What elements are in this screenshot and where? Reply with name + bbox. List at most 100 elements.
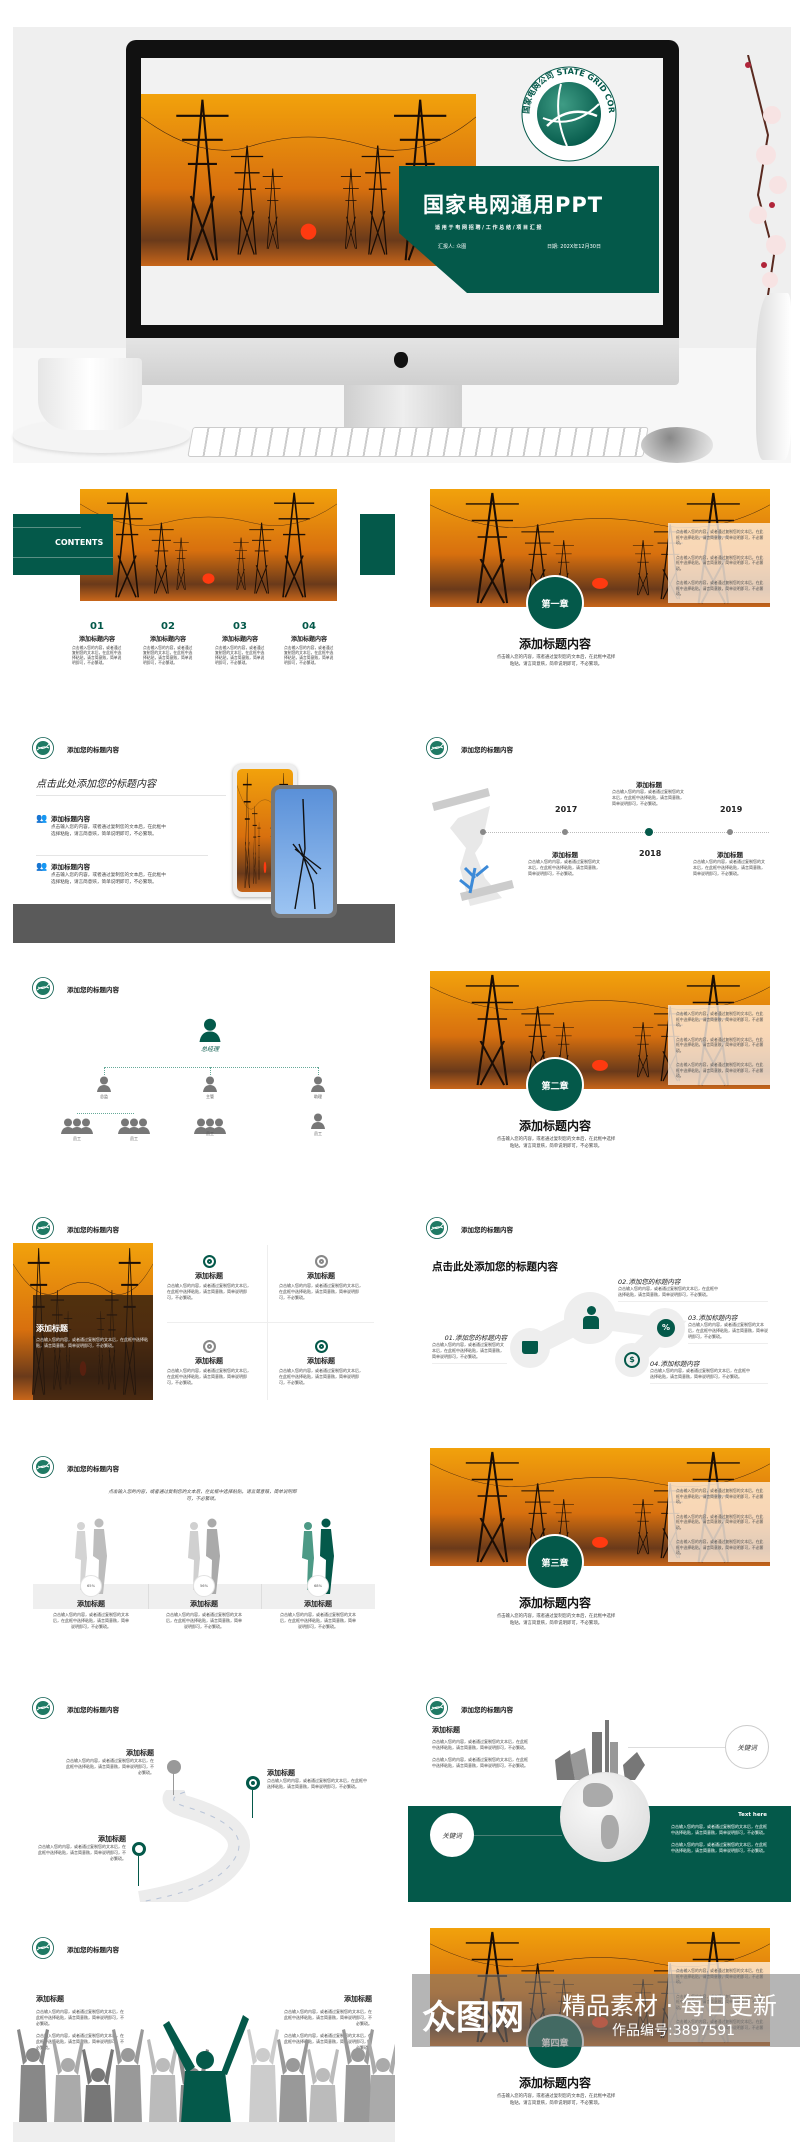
connector-line xyxy=(628,1747,725,1748)
timeline-item-2018: 添加标题 点击输入您的内容，或者通过复制您的文本后，在此框中选择粘贴，请言简意赅… xyxy=(612,779,686,807)
runner-item: 添加标题 点击输入您的内容，或者通过复制您的文本后，在此框中选择粘贴，请言简意赅… xyxy=(166,1599,242,1630)
overlay-title: 添加标题 xyxy=(36,1324,68,1333)
chapter-badge: 第二章 xyxy=(526,1057,584,1113)
crowd-person xyxy=(17,2029,49,2123)
item-text: 点击输入您的内容，或者通过复制您的文本后，在此框中选择粘贴，请言简意赅，简单说明… xyxy=(612,789,684,806)
slide-header: 添加您的标题内容 xyxy=(32,1216,192,1240)
divider xyxy=(36,795,226,796)
timeline-item-2019: 添加标题 点击输入您的内容，或者通过复制您的文本后，在此框中选择粘贴，请言简意赅… xyxy=(693,849,767,877)
watermark-brand: 众图网 xyxy=(422,1998,524,2038)
worker-icon xyxy=(582,1306,600,1330)
pin-fuel-icon xyxy=(246,1776,260,1790)
road-item-3: 添加标题 点击输入您的内容，或者通过复制您的文本后，在此框中选择粘贴，请言简意赅… xyxy=(38,1834,126,1862)
percent-badge-icon: % xyxy=(657,1319,675,1337)
keyboard xyxy=(187,427,649,457)
item-title: 01.添加您的标题内容 xyxy=(444,1334,507,1342)
chapter-bullet-box: 点击输入您的内容，或者通过复制您的文本后，在此框中选择粘贴，请言简意赅，简单说明… xyxy=(668,523,770,603)
chapter-text: 点击输入您的内容，或者通过复制您的文本后，在此框中选择粘贴，请言简意赅，简单说明… xyxy=(496,655,616,667)
pylon-image xyxy=(292,798,322,910)
apple-logo-icon xyxy=(394,352,408,368)
state-grid-logo-icon xyxy=(426,737,448,759)
org-staff-label: 员工 xyxy=(206,1131,214,1136)
item-title: 添加标题 xyxy=(304,1600,332,1608)
item-text: 点击输入您的内容，或者通过复制您的文本后，在此框中选择粘贴，请言简意赅，简单说明… xyxy=(66,1758,154,1775)
globe xyxy=(560,1772,650,1862)
item-title: 添加标题 xyxy=(552,851,578,859)
item-title: 添加标题 xyxy=(36,1995,64,2003)
contents-item[interactable]: 03 添加标题内容 点击输入您的内容，或者通过复制您的文本后，在此框中选择粘贴，… xyxy=(215,621,265,665)
org-mid-label: 总监 xyxy=(100,1094,108,1099)
target-icon xyxy=(314,1255,328,1268)
chapter-slide-1: 点击输入您的内容，或者通过复制您的文本后，在此框中选择粘贴，请言简意赅，简单说明… xyxy=(430,489,770,679)
year-2017: 2017 xyxy=(555,805,578,814)
slide-header-title: 添加您的标题内容 xyxy=(67,1946,119,1954)
cheering-crowd-illustration xyxy=(17,2015,395,2123)
slide-header: 添加您的标题内容 xyxy=(426,1696,586,1720)
city-skyline xyxy=(555,1720,645,1780)
runner-item: 添加标题 点击输入您的内容，或者通过复制您的文本后，在此框中选择粘贴，请言简意赅… xyxy=(53,1599,129,1630)
percent-value: 56% xyxy=(200,1584,208,1588)
divider xyxy=(36,855,208,856)
target-icon xyxy=(314,1340,328,1353)
percent-circle: 56% xyxy=(193,1575,215,1597)
item-text: 点击输入您的内容，或者通过复制您的文本后，在此框中选择粘贴，请言简意赅，简单说明… xyxy=(53,1612,129,1629)
item-text: 点击输入您的内容，或者通过复制您的文本后，在此框中选择粘贴，请言简意赅，简单说明… xyxy=(166,1612,242,1629)
slide-header-title: 添加您的标题内容 xyxy=(461,1226,513,1234)
watermark-slogan: 精品素材 · 每日更新 xyxy=(562,1992,777,2020)
state-grid-logo-icon xyxy=(32,1217,54,1239)
item-text: 点击输入您的内容，或者通过复制您的文本后，在此框中选择粘贴，请言简意赅，简单说明… xyxy=(671,1842,767,1853)
state-grid-logo-icon xyxy=(32,977,54,999)
overlay-text: 点击输入您的内容，或者通过复制您的文本后，在此框中选择粘贴，请言简意赅，简单说明… xyxy=(36,1337,148,1348)
slide-header: 添加您的标题内容 xyxy=(32,736,192,760)
phone-slide-title: 点击此处添加您的标题内容 xyxy=(36,779,156,790)
divider xyxy=(148,1584,149,1609)
bullet-text: 点击输入您的内容，或者通过复制您的文本后，在此框中选择粘贴，请言简意赅，简单说明… xyxy=(676,1011,764,1027)
cell-title: 添加标题 xyxy=(195,1272,223,1280)
crowd-person xyxy=(112,2029,144,2123)
bullet-text: 点击输入您的内容，或者通过复制您的文本后，在此框中选择粘贴，请言简意赅，简单说明… xyxy=(676,1488,764,1504)
runners-intro: 点击输入您的内容，或者通过复制您的文本后，在此框中选择粘贴，请言简意赅，简单说明… xyxy=(108,1490,297,1502)
org-connector xyxy=(318,1067,319,1075)
percent-value: 68% xyxy=(314,1584,322,1588)
timeline-dot xyxy=(727,829,733,835)
chapter-title: 添加标题内容 xyxy=(518,1119,591,1133)
item-text: 点击输入您的内容，或者通过复制您的文本后，在此框中选择粘贴，请言简意赅，简单说明… xyxy=(432,1739,528,1750)
road-item-1: 添加标题 点击输入您的内容，或者通过复制您的文本后，在此框中选择粘贴，请言简意赅… xyxy=(66,1748,154,1776)
process-item-04: 04.添加标题内容 点击输入您的内容，或者通过复制您的文本后，在此框中选择粘贴，… xyxy=(650,1358,768,1384)
divider xyxy=(13,527,81,528)
percent-circle: 65% xyxy=(80,1575,102,1597)
pin-location-icon xyxy=(132,1842,146,1856)
org-mid-label: 主管 xyxy=(206,1094,214,1099)
contents-item[interactable]: 04 添加标题内容 点击输入您的内容，或者通过复制您的文本后，在此框中选择粘贴，… xyxy=(284,621,334,665)
cell-title: 添加标题 xyxy=(195,1357,223,1365)
contents-item[interactable]: 02 添加标题内容 点击输入您的内容，或者通过复制您的文本后，在此框中选择粘贴，… xyxy=(143,621,193,665)
watermark-id: 作品编号:3897591 xyxy=(612,2023,736,2039)
grid-cell: 添加标题 点击输入您的内容，或者通过复制您的文本后，在此框中选择粘贴，请言简意赅… xyxy=(279,1340,363,1386)
bullet-text: 点击输入您的内容，或者通过复制您的文本后，在此框中选择粘贴，请言简意赅，简单说明… xyxy=(676,554,764,571)
chapter-text: 点击输入您的内容，或者通过复制您的文本后，在此框中选择粘贴，请言简意赅，简单说明… xyxy=(496,1614,616,1626)
crowd-person xyxy=(52,2039,84,2123)
keyword-circle-top: 关键词 xyxy=(725,1725,769,1769)
cell-title: 添加标题 xyxy=(307,1357,335,1365)
timeline-dot-active xyxy=(645,828,653,836)
contents-item-text: 点击输入您的内容，或者通过复制您的文本后，在此框中选择粘贴，请言简意赅，简单说明… xyxy=(143,645,193,665)
chapter-slide-2: 点击输入您的内容，或者通过复制您的文本后，在此框中选择粘贴，请言简意赅，简单说明… xyxy=(430,971,770,1161)
phone-front-screen xyxy=(275,789,333,914)
general-manager-icon xyxy=(199,1018,221,1042)
cover-reporter: 汇报人: 众图 xyxy=(438,244,467,250)
pin-gray xyxy=(167,1760,181,1774)
contents-item-title: 添加标题内容 xyxy=(221,636,258,643)
contents-item[interactable]: 01 添加标题内容 点击输入您的内容，或者通过复制您的文本后，在此框中选择粘贴，… xyxy=(72,621,122,665)
keyword-label: 关键词 xyxy=(442,1832,462,1840)
org-staff-label: 员工 xyxy=(73,1136,81,1141)
staff-icon xyxy=(79,1118,93,1134)
staff-icon xyxy=(311,1113,325,1129)
bullet-text: 点击输入您的内容，或者通过复制您的文本后，在此框中选择粘贴，请言简意赅，简单说明… xyxy=(676,1062,764,1078)
item-text: 点击输入您的内容，或者通过复制您的文本后，在此框中选择粘贴，请言简意赅，简单说明… xyxy=(51,825,166,838)
divider xyxy=(167,1322,374,1323)
percent-circle: 68% xyxy=(307,1575,329,1597)
contents-item-text: 点击输入您的内容，或者通过复制您的文本后，在此框中选择粘贴，请言简意赅，简单说明… xyxy=(284,645,334,665)
slide-header: 添加您的标题内容 xyxy=(426,1216,586,1240)
crowd-person xyxy=(247,2029,279,2123)
people-icon: 👥 xyxy=(36,862,48,872)
